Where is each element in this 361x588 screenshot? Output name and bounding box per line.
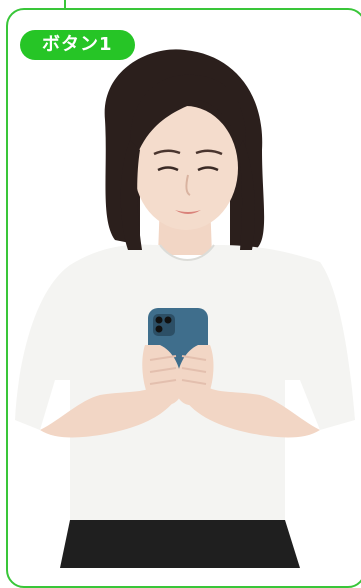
tag-badge: ボタン1 [20, 30, 135, 60]
woman-phone-photo [15, 49, 355, 568]
